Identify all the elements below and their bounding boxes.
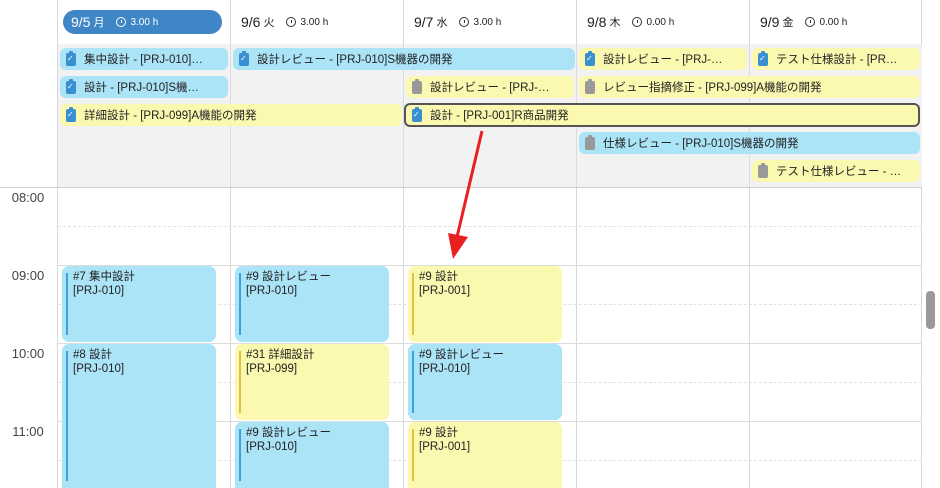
day-hours: 0.00 h (819, 16, 848, 28)
day-header-wed[interactable]: 9/7 水 3.00 h (404, 0, 576, 44)
clipboard-check-icon (758, 50, 768, 66)
block-title: #9 設計 (419, 427, 458, 439)
block-title: #9 設計レビュー (246, 271, 331, 283)
event-label: 集中設計 - [PRJ-010]… (84, 54, 203, 66)
block-project: [PRJ-010] (419, 363, 471, 375)
allday-event[interactable]: 設計レビュー - [PRJ-010]S機器の開発 (233, 48, 575, 70)
day-of-week: 月 (93, 17, 105, 29)
block-project: [PRJ-010] (73, 285, 125, 297)
day-of-week: 金 (782, 17, 794, 29)
block-project: [PRJ-010] (246, 285, 298, 297)
annotation-arrow (448, 130, 484, 259)
block-project: [PRJ-099] (246, 363, 298, 375)
clipboard-icon (585, 134, 595, 150)
event-label: 設計 - [PRJ-001]R商品開発 (430, 110, 569, 122)
day-date: 9/7 (414, 14, 434, 30)
time-label: 09:00 (11, 268, 45, 283)
event-label: テスト仕様レビュー - … (776, 166, 902, 178)
day-header-mon[interactable]: 9/5 月 3.00 h (63, 10, 222, 34)
event-label: レビュー指摘修正 - [PRJ-099]A機能の開発 (603, 82, 822, 94)
allday-event[interactable]: 設計 - [PRJ-010]S機… (60, 76, 228, 98)
clipboard-icon (585, 78, 595, 94)
day-date: 9/8 (587, 14, 607, 30)
event-label: 設計レビュー - [PRJ-… (603, 54, 723, 66)
clipboard-check-icon (239, 50, 249, 66)
clock-icon (116, 17, 127, 27)
clock-icon (459, 17, 470, 27)
day-of-week: 木 (609, 17, 621, 29)
allday-event[interactable]: 設計レビュー - [PRJ-… (406, 76, 574, 98)
time-label: 08:00 (11, 190, 45, 205)
clipboard-check-icon (66, 106, 76, 122)
block-title: #8 設計 (73, 349, 112, 361)
allday-event[interactable]: テスト仕様レビュー - … (752, 160, 920, 182)
block-project: [PRJ-001] (419, 441, 471, 453)
clipboard-icon (412, 78, 422, 94)
allday-event[interactable]: レビュー指摘修正 - [PRJ-099]A機能の開発 (579, 76, 920, 98)
time-block[interactable]: #31 詳細設計 [PRJ-099] (235, 344, 389, 420)
event-label: 設計レビュー - [PRJ-010]S機器の開発 (257, 54, 453, 66)
allday-event[interactable]: 詳細設計 - [PRJ-099]A機能の開発 (60, 104, 402, 126)
clipboard-check-icon (66, 78, 76, 94)
event-label: 設計レビュー - [PRJ-… (430, 82, 550, 94)
event-label: 仕様レビュー - [PRJ-010]S機器の開発 (603, 138, 799, 150)
clipboard-check-icon (412, 106, 422, 122)
day-header-fri[interactable]: 9/9 金 0.00 h (750, 0, 921, 44)
scrollbar-thumb[interactable] (926, 291, 935, 329)
day-hours: 3.00 h (130, 16, 159, 28)
block-title: #9 設計レビュー (419, 349, 504, 361)
block-title: #7 集中設計 (73, 271, 135, 283)
day-date: 9/9 (760, 14, 780, 30)
allday-event[interactable]: テスト仕様設計 - [PR… (752, 48, 920, 70)
block-title: #31 詳細設計 (246, 349, 315, 361)
day-hours: 0.00 h (646, 16, 675, 28)
time-label: 11:00 (12, 424, 44, 439)
block-title: #9 設計 (419, 271, 458, 283)
time-block[interactable]: #9 設計レビュー [PRJ-010] (235, 266, 389, 342)
event-label: テスト仕様設計 - [PR… (776, 54, 898, 66)
event-label: 詳細設計 - [PRJ-099]A機能の開発 (84, 110, 257, 122)
day-hours: 3.00 h (300, 16, 329, 28)
clock-icon (805, 17, 816, 27)
clipboard-check-icon (585, 50, 595, 66)
day-header-thu[interactable]: 9/8 木 0.00 h (577, 0, 749, 44)
allday-event-selected[interactable]: 設計 - [PRJ-001]R商品開発 (404, 103, 920, 127)
time-block[interactable]: #9 設計 [PRJ-001] (408, 422, 562, 488)
allday-event[interactable]: 仕様レビュー - [PRJ-010]S機器の開発 (579, 132, 920, 154)
time-block[interactable]: #9 設計レビュー [PRJ-010] (408, 344, 562, 420)
allday-event[interactable]: 設計レビュー - [PRJ-… (579, 48, 747, 70)
event-label: 設計 - [PRJ-010]S機… (84, 82, 200, 94)
clock-icon (632, 17, 643, 27)
day-of-week: 火 (263, 17, 275, 29)
day-of-week: 水 (436, 17, 448, 29)
time-block[interactable]: #9 設計 [PRJ-001] (408, 266, 562, 342)
block-title: #9 設計レビュー (246, 427, 331, 439)
day-date: 9/5 (71, 14, 91, 30)
clock-icon (286, 17, 297, 27)
time-block[interactable]: #7 集中設計 [PRJ-010] (62, 266, 216, 342)
block-project: [PRJ-010] (73, 363, 125, 375)
day-hours: 3.00 h (473, 16, 502, 28)
allday-event[interactable]: 集中設計 - [PRJ-010]… (60, 48, 228, 70)
time-block[interactable]: #9 設計レビュー [PRJ-010] (235, 422, 389, 488)
clipboard-check-icon (66, 50, 76, 66)
time-label: 10:00 (11, 346, 45, 361)
day-header-tue[interactable]: 9/6 火 3.00 h (231, 0, 403, 44)
time-block[interactable]: #8 設計 [PRJ-010] (62, 344, 216, 488)
block-project: [PRJ-001] (419, 285, 471, 297)
clipboard-icon (758, 162, 768, 178)
day-date: 9/6 (241, 14, 261, 30)
block-project: [PRJ-010] (246, 441, 298, 453)
